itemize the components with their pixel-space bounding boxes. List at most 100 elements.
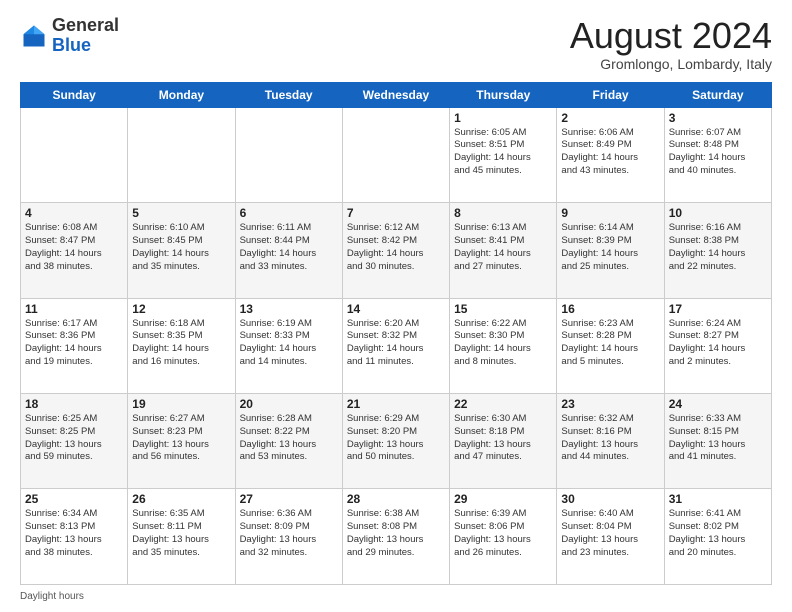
day-info: Sunrise: 6:25 AMSunset: 8:25 PMDaylight:…: [25, 413, 123, 464]
calendar-cell: 3 Sunrise: 6:07 AMSunset: 8:48 PMDaylight…: [664, 107, 771, 202]
calendar-cell: 4Sunrise: 6:08 AMSunset: 8:47 PMDaylight…: [21, 203, 128, 298]
day-info: Sunrise: 6:30 AMSunset: 8:18 PMDaylight:…: [454, 413, 552, 464]
day-info: Sunrise: 6:11 AMSunset: 8:44 PMDaylight:…: [240, 222, 338, 273]
day-info: Sunrise: 6:28 AMSunset: 8:22 PMDaylight:…: [240, 413, 338, 464]
calendar-header-thursday: Thursday: [450, 82, 557, 107]
location-subtitle: Gromlongo, Lombardy, Italy: [570, 56, 772, 72]
day-info: Sunrise: 6:13 AMSunset: 8:41 PMDaylight:…: [454, 222, 552, 273]
day-number: 5: [132, 206, 230, 220]
day-info: Sunrise: 6:20 AMSunset: 8:32 PMDaylight:…: [347, 318, 445, 369]
day-info: Sunrise: 6:16 AMSunset: 8:38 PMDaylight:…: [669, 222, 767, 273]
calendar-cell: 8 Sunrise: 6:13 AMSunset: 8:41 PMDaylight…: [450, 203, 557, 298]
calendar-header-monday: Monday: [128, 82, 235, 107]
calendar-cell: 29 Sunrise: 6:39 AMSunset: 8:06 PMDayligh…: [450, 489, 557, 585]
day-number: 21: [347, 397, 445, 411]
day-number: 23: [561, 397, 659, 411]
calendar-cell: 17Sunrise: 6:24 AMSunset: 8:27 PMDayligh…: [664, 298, 771, 393]
day-info: Sunrise: 6:33 AMSunset: 8:15 PMDaylight:…: [669, 413, 767, 464]
day-number: 27: [240, 492, 338, 506]
calendar-cell: 18Sunrise: 6:25 AMSunset: 8:25 PMDayligh…: [21, 394, 128, 489]
calendar-cell: 6 Sunrise: 6:11 AMSunset: 8:44 PMDaylight…: [235, 203, 342, 298]
logo-icon: [20, 22, 48, 50]
day-number: 1: [454, 111, 552, 125]
calendar-cell: 15 Sunrise: 6:22 AMSunset: 8:30 PMDayligh…: [450, 298, 557, 393]
calendar-table: SundayMondayTuesdayWednesdayThursdayFrid…: [20, 82, 772, 585]
day-info: Sunrise: 6:40 AMSunset: 8:04 PMDaylight:…: [561, 508, 659, 559]
day-info: Sunrise: 6:22 AMSunset: 8:30 PMDaylight:…: [454, 318, 552, 369]
title-block: August 2024 Gromlongo, Lombardy, Italy: [570, 16, 772, 72]
day-number: 26: [132, 492, 230, 506]
calendar-header-sunday: Sunday: [21, 82, 128, 107]
day-number: 3: [669, 111, 767, 125]
calendar-header-friday: Friday: [557, 82, 664, 107]
calendar-cell: 7Sunrise: 6:12 AMSunset: 8:42 PMDaylight…: [342, 203, 449, 298]
day-info: Sunrise: 6:38 AMSunset: 8:08 PMDaylight:…: [347, 508, 445, 559]
day-number: 20: [240, 397, 338, 411]
day-info: Sunrise: 6:36 AMSunset: 8:09 PMDaylight:…: [240, 508, 338, 559]
calendar-cell: 11Sunrise: 6:17 AMSunset: 8:36 PMDayligh…: [21, 298, 128, 393]
day-number: 19: [132, 397, 230, 411]
calendar-week-3: 11Sunrise: 6:17 AMSunset: 8:36 PMDayligh…: [21, 298, 772, 393]
header: General Blue August 2024 Gromlongo, Lomb…: [20, 16, 772, 72]
day-info: Sunrise: 6:34 AMSunset: 8:13 PMDaylight:…: [25, 508, 123, 559]
calendar-header-row: SundayMondayTuesdayWednesdayThursdayFrid…: [21, 82, 772, 107]
day-info: Sunrise: 6:14 AMSunset: 8:39 PMDaylight:…: [561, 222, 659, 273]
day-number: 15: [454, 302, 552, 316]
day-number: 11: [25, 302, 123, 316]
day-info: Sunrise: 6:27 AMSunset: 8:23 PMDaylight:…: [132, 413, 230, 464]
daylight-label: Daylight hours: [20, 591, 84, 602]
footer: Daylight hours: [20, 591, 772, 602]
calendar-cell: 27 Sunrise: 6:36 AMSunset: 8:09 PMDayligh…: [235, 489, 342, 585]
calendar-cell: 21Sunrise: 6:29 AMSunset: 8:20 PMDayligh…: [342, 394, 449, 489]
day-number: 6: [240, 206, 338, 220]
page: General Blue August 2024 Gromlongo, Lomb…: [0, 0, 792, 612]
day-number: 16: [561, 302, 659, 316]
day-number: 29: [454, 492, 552, 506]
day-number: 24: [669, 397, 767, 411]
day-info: Sunrise: 6:24 AMSunset: 8:27 PMDaylight:…: [669, 318, 767, 369]
calendar-cell: 24 Sunrise: 6:33 AMSunset: 8:15 PMDayligh…: [664, 394, 771, 489]
day-number: 13: [240, 302, 338, 316]
calendar-week-4: 18Sunrise: 6:25 AMSunset: 8:25 PMDayligh…: [21, 394, 772, 489]
day-info: Sunrise: 6:35 AMSunset: 8:11 PMDaylight:…: [132, 508, 230, 559]
calendar-header-wednesday: Wednesday: [342, 82, 449, 107]
calendar-cell: 25 Sunrise: 6:34 AMSunset: 8:13 PMDayligh…: [21, 489, 128, 585]
day-number: 28: [347, 492, 445, 506]
logo: General Blue: [20, 16, 119, 56]
calendar-week-1: 1 Sunrise: 6:05 AMSunset: 8:51 PMDaylight…: [21, 107, 772, 202]
calendar-header-tuesday: Tuesday: [235, 82, 342, 107]
calendar-cell: 5 Sunrise: 6:10 AMSunset: 8:45 PMDaylight…: [128, 203, 235, 298]
day-info: Sunrise: 6:39 AMSunset: 8:06 PMDaylight:…: [454, 508, 552, 559]
day-info: Sunrise: 6:07 AMSunset: 8:48 PMDaylight:…: [669, 127, 767, 178]
calendar-cell: 12Sunrise: 6:18 AMSunset: 8:35 PMDayligh…: [128, 298, 235, 393]
day-number: 31: [669, 492, 767, 506]
month-title: August 2024: [570, 16, 772, 56]
day-info: Sunrise: 6:05 AMSunset: 8:51 PMDaylight:…: [454, 127, 552, 178]
day-number: 2: [561, 111, 659, 125]
calendar-cell: [21, 107, 128, 202]
calendar-week-5: 25 Sunrise: 6:34 AMSunset: 8:13 PMDayligh…: [21, 489, 772, 585]
calendar-cell: 19 Sunrise: 6:27 AMSunset: 8:23 PMDayligh…: [128, 394, 235, 489]
day-info: Sunrise: 6:18 AMSunset: 8:35 PMDaylight:…: [132, 318, 230, 369]
calendar-cell: [342, 107, 449, 202]
day-info: Sunrise: 6:19 AMSunset: 8:33 PMDaylight:…: [240, 318, 338, 369]
day-number: 22: [454, 397, 552, 411]
calendar-cell: 28 Sunrise: 6:38 AMSunset: 8:08 PMDayligh…: [342, 489, 449, 585]
calendar-cell: 9Sunrise: 6:14 AMSunset: 8:39 PMDaylight…: [557, 203, 664, 298]
calendar-cell: 13 Sunrise: 6:19 AMSunset: 8:33 PMDayligh…: [235, 298, 342, 393]
calendar-cell: [128, 107, 235, 202]
calendar-cell: 31 Sunrise: 6:41 AMSunset: 8:02 PMDayligh…: [664, 489, 771, 585]
day-info: Sunrise: 6:10 AMSunset: 8:45 PMDaylight:…: [132, 222, 230, 273]
calendar-cell: 22 Sunrise: 6:30 AMSunset: 8:18 PMDayligh…: [450, 394, 557, 489]
calendar-cell: 2 Sunrise: 6:06 AMSunset: 8:49 PMDaylight…: [557, 107, 664, 202]
day-number: 25: [25, 492, 123, 506]
day-number: 7: [347, 206, 445, 220]
day-info: Sunrise: 6:23 AMSunset: 8:28 PMDaylight:…: [561, 318, 659, 369]
calendar-cell: 26 Sunrise: 6:35 AMSunset: 8:11 PMDayligh…: [128, 489, 235, 585]
calendar-cell: 16 Sunrise: 6:23 AMSunset: 8:28 PMDayligh…: [557, 298, 664, 393]
day-number: 4: [25, 206, 123, 220]
day-number: 8: [454, 206, 552, 220]
calendar-cell: 23Sunrise: 6:32 AMSunset: 8:16 PMDayligh…: [557, 394, 664, 489]
day-info: Sunrise: 6:06 AMSunset: 8:49 PMDaylight:…: [561, 127, 659, 178]
day-info: Sunrise: 6:41 AMSunset: 8:02 PMDaylight:…: [669, 508, 767, 559]
